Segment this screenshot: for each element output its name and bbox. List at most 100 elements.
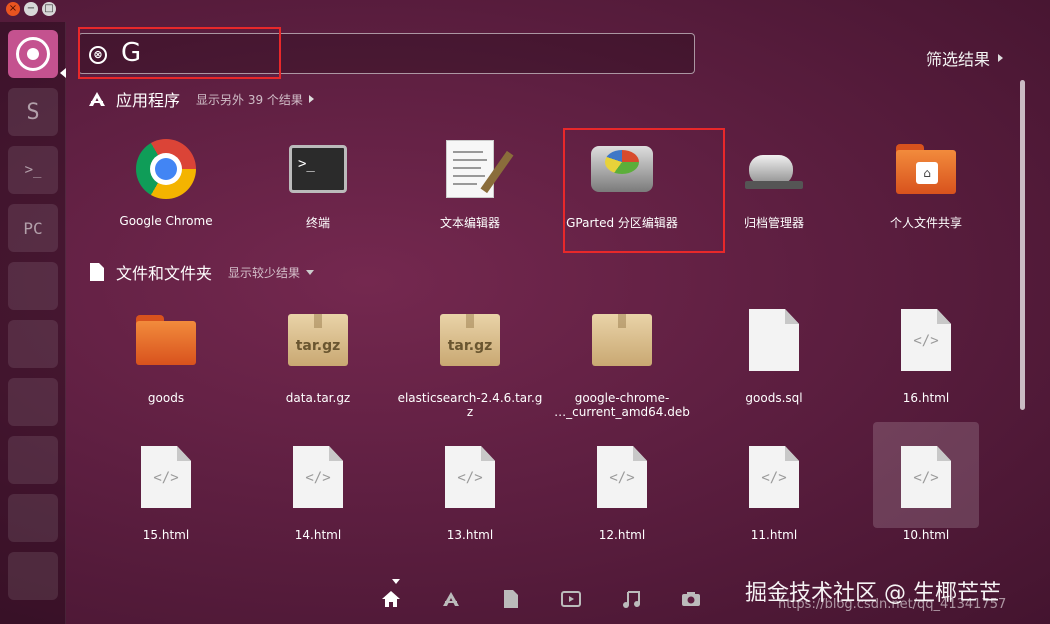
html-file-icon: </>	[597, 446, 647, 508]
apps-lens-icon[interactable]	[440, 588, 462, 610]
result-label: 14.html	[294, 528, 342, 542]
result-app-file-share[interactable]: ⌂ 个人文件共享	[851, 134, 1001, 262]
apps-section-title: 应用程序	[116, 91, 181, 110]
result-label: 10.html	[902, 528, 950, 542]
result-label: 12.html	[598, 528, 646, 542]
files-lens-icon[interactable]	[500, 588, 522, 610]
result-label: google-chrome- …_current_amd64.deb	[554, 391, 690, 419]
ubuntu-logo-icon	[16, 37, 50, 71]
result-file-16-html[interactable]: </> 16.html	[851, 305, 1001, 433]
result-label: data.tar.gz	[285, 391, 351, 405]
result-label: elasticsearch-2.4.6.tar.g z	[397, 391, 543, 419]
music-lens-icon[interactable]	[620, 588, 642, 610]
html-file-icon: </>	[293, 446, 343, 508]
chevron-right-icon	[998, 54, 1004, 62]
result-file-goods-folder[interactable]: goods	[91, 305, 241, 433]
filter-label: 筛选结果	[926, 50, 991, 69]
launcher-chrome-icon[interactable]	[8, 320, 58, 368]
launcher-files-icon[interactable]	[8, 262, 58, 310]
minimize-window-button[interactable]: −	[24, 2, 38, 16]
result-file-data-tar[interactable]: tar.gz data.tar.gz	[243, 305, 393, 433]
files-show-less-link[interactable]: 显示较少结果	[228, 264, 315, 281]
gparted-icon	[591, 146, 653, 192]
result-label: 归档管理器	[743, 216, 804, 230]
launcher-pycharm-icon[interactable]: PC	[8, 204, 58, 252]
result-file-12-html[interactable]: </> 12.html	[547, 442, 697, 570]
video-lens-icon[interactable]	[560, 588, 582, 610]
result-label: 16.html	[902, 391, 950, 405]
maximize-window-button[interactable]: □	[42, 2, 56, 16]
file-share-icon: ⌂	[896, 144, 956, 194]
launcher: S >_ PC	[0, 22, 66, 624]
document-icon	[749, 309, 799, 371]
result-label: goods	[147, 391, 185, 405]
watermark-url: https://blog.csdn.net/qq_41341757	[778, 597, 1007, 612]
active-lens-indicator	[392, 579, 400, 584]
result-app-chrome[interactable]: Google Chrome	[91, 134, 241, 262]
result-file-13-html[interactable]: </> 13.html	[395, 442, 545, 570]
archive-file-icon: tar.gz	[288, 314, 348, 366]
html-file-icon: </>	[445, 446, 495, 508]
active-launcher-indicator	[60, 68, 66, 78]
result-file-15-html[interactable]: </> 15.html	[91, 442, 241, 570]
result-label: GParted 分区编辑器	[566, 216, 678, 230]
clear-search-icon[interactable]: ⊗	[89, 46, 107, 64]
result-label: 个人文件共享	[889, 216, 962, 230]
package-icon	[592, 314, 652, 366]
photo-lens-icon[interactable]	[680, 588, 702, 610]
window-controls: × − □	[6, 2, 56, 16]
launcher-sublime-icon[interactable]: S	[8, 88, 58, 136]
apps-section-header: 应用程序 显示另外 39 个结果	[88, 87, 314, 111]
result-label: 终端	[305, 216, 330, 230]
result-app-archive-manager[interactable]: 归档管理器	[699, 134, 849, 262]
html-file-icon: </>	[141, 446, 191, 508]
apps-show-more-link[interactable]: 显示另外 39 个结果	[196, 91, 314, 108]
html-file-icon: </>	[749, 446, 799, 508]
close-window-button[interactable]: ×	[6, 2, 20, 16]
lens-bar	[380, 588, 702, 610]
result-file-goods-sql[interactable]: goods.sql	[699, 305, 849, 433]
share-emblem-icon: ⌂	[916, 162, 938, 184]
result-label: 13.html	[446, 528, 494, 542]
result-file-14-html[interactable]: </> 14.html	[243, 442, 393, 570]
files-show-less-label: 显示较少结果	[228, 265, 301, 280]
result-app-gparted[interactable]: GParted 分区编辑器	[547, 134, 697, 262]
home-lens-icon[interactable]	[380, 588, 402, 610]
html-file-icon: </>	[901, 446, 951, 508]
result-label: 文本编辑器	[439, 216, 500, 230]
chevron-right-icon	[308, 95, 314, 103]
launcher-updater-icon[interactable]	[8, 378, 58, 426]
archive-manager-icon	[745, 147, 803, 191]
result-file-10-html[interactable]: </> 10.html	[851, 442, 1001, 570]
result-app-text-editor[interactable]: 文本编辑器	[395, 134, 545, 262]
launcher-workspace-icon[interactable]	[8, 552, 58, 600]
result-file-elasticsearch[interactable]: tar.gz elasticsearch-2.4.6.tar.g z	[395, 305, 545, 433]
result-app-terminal[interactable]: >_ 终端	[243, 134, 393, 262]
files-section-icon	[88, 263, 106, 281]
apps-show-more-label: 显示另外 39 个结果	[196, 92, 303, 107]
chevron-down-icon	[306, 269, 315, 275]
folder-icon	[136, 315, 196, 365]
result-file-chrome-deb[interactable]: google-chrome- …_current_amd64.deb	[547, 305, 697, 433]
terminal-icon: >_	[289, 145, 347, 193]
html-file-icon: </>	[901, 309, 951, 371]
archive-file-icon: tar.gz	[440, 314, 500, 366]
launcher-settings-icon[interactable]	[8, 436, 58, 484]
files-section-title: 文件和文件夹	[116, 264, 213, 283]
result-file-11-html[interactable]: </> 11.html	[699, 442, 849, 570]
text-editor-icon	[446, 140, 514, 198]
dash-home-button[interactable]	[8, 30, 58, 78]
result-label: 15.html	[142, 528, 190, 542]
result-label: Google Chrome	[119, 214, 213, 228]
results-scrollbar[interactable]	[1020, 80, 1025, 410]
chrome-icon	[136, 139, 196, 199]
result-label: 11.html	[750, 528, 798, 542]
apps-section-icon	[88, 90, 106, 108]
result-label: goods.sql	[745, 391, 803, 405]
search-bar: ⊗	[78, 33, 695, 74]
files-section-header: 文件和文件夹 显示较少结果	[88, 260, 315, 284]
search-input[interactable]	[121, 36, 681, 70]
launcher-browser-icon[interactable]	[8, 494, 58, 542]
launcher-terminal-icon[interactable]: >_	[8, 146, 58, 194]
filter-results-button[interactable]: 筛选结果	[926, 46, 1004, 70]
